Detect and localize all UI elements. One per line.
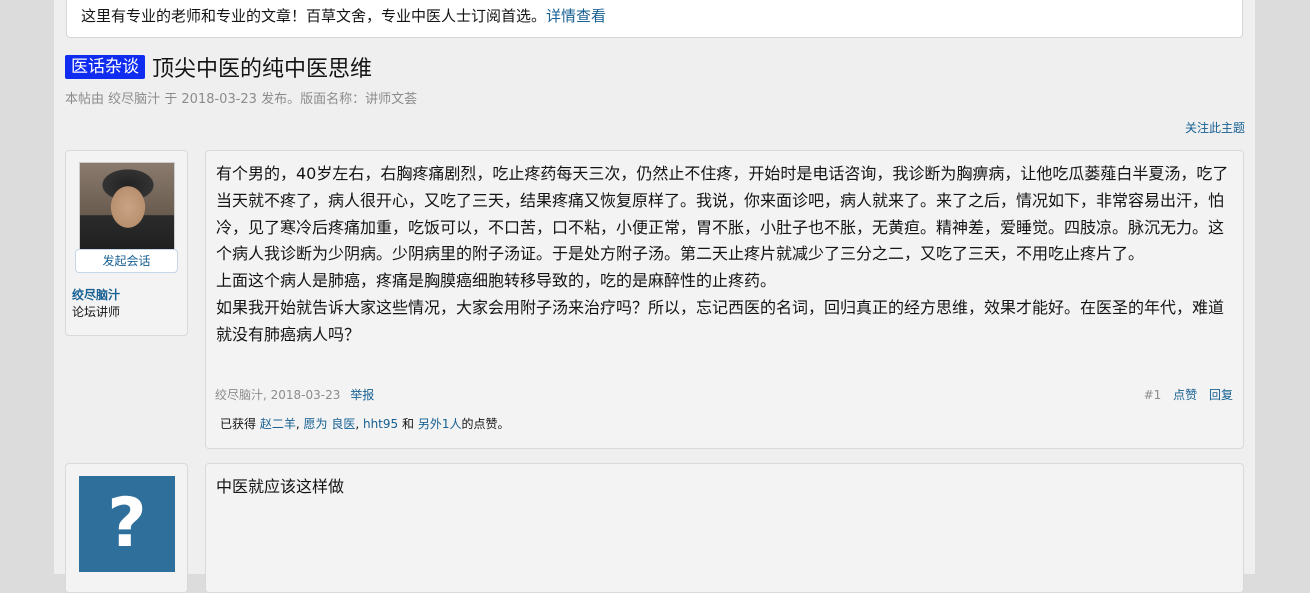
username-link[interactable]: 绞尽脑汁 — [72, 286, 120, 303]
post-author-date[interactable]: 绞尽脑汁, 2018-03-23 — [215, 388, 340, 402]
likes-summary: 已获得 赵二羊, 愿为 良医, hht95 和 另外1人的点赞。 — [220, 417, 510, 431]
page: 这里有专业的老师和专业的文章！百草文舍，专业中医人士订阅首选。详情查看 医话杂谈… — [54, 0, 1255, 593]
likes-prefix: 已获得 — [220, 417, 257, 431]
like-link[interactable]: 点赞 — [1173, 388, 1197, 402]
post-paragraph: 中医就应该这样做 — [216, 477, 345, 496]
report-link[interactable]: 举报 — [350, 388, 374, 402]
post-number-link[interactable]: #1 — [1144, 388, 1162, 402]
likes-suffix: 的点赞。 — [461, 417, 510, 431]
page-title: 顶尖中医的纯中医思维 — [152, 57, 373, 82]
post-paragraph: 有个男的，40岁左右，右胸疼痛剧烈，吃止疼药每天三次，仍然止不住疼，开始时是电话… — [216, 164, 1229, 264]
avatar[interactable] — [79, 162, 175, 258]
avatar-photo — [80, 163, 174, 257]
post-body: 中医就应该这样做 — [206, 464, 1243, 501]
liker-link[interactable]: 赵二羊 — [260, 417, 296, 431]
notice-banner: 这里有专业的老师和专业的文章！百草文舍，专业中医人士订阅首选。详情查看 — [66, 0, 1243, 38]
thread-prefix-badge[interactable]: 医话杂谈 — [65, 55, 145, 79]
likes-others-link[interactable]: 另外1人 — [418, 417, 462, 431]
start-conversation-button[interactable]: 发起会话 — [75, 249, 178, 273]
post-meta: 绞尽脑汁, 2018-03-23 举报 — [215, 386, 374, 403]
likes-and: 和 — [401, 417, 414, 431]
notice-text: 这里有专业的老师和专业的文章！百草文舍，专业中医人士订阅首选。详情查看 — [81, 5, 606, 26]
reply-link[interactable]: 回复 — [1209, 388, 1233, 402]
post-user-info: 发起会话 绞尽脑汁 论坛讲师 — [65, 150, 188, 336]
post-body: 有个男的，40岁左右，右胸疼痛剧烈，吃止疼药每天三次，仍然止不住疼，开始时是电话… — [206, 151, 1243, 349]
liker-link[interactable]: hht95 — [363, 417, 398, 431]
notice-message: 这里有专业的老师和专业的文章！百草文舍，专业中医人士订阅首选。 — [81, 7, 547, 25]
user-title: 论坛讲师 — [72, 305, 121, 319]
thread-title: 医话杂谈 顶尖中医的纯中医思维 — [65, 53, 373, 82]
notice-detail-link[interactable]: 详情查看 — [546, 7, 606, 25]
post-paragraph: 如果我开始就告诉大家这些情况，大家会用附子汤来治疗吗？所以，忘记西医的名词，回归… — [216, 297, 1225, 344]
follow-thread-link[interactable]: 关注此主题 — [1185, 119, 1245, 136]
post-paragraph: 上面这个病人是肺癌，疼痛是胸膜癌细胞转移导致的，吃的是麻醉性的止疼药。 — [216, 271, 777, 291]
default-avatar-icon[interactable]: ? — [79, 476, 175, 572]
liker-link[interactable]: 愿为 良医 — [304, 417, 356, 431]
thread-byline: 本帖由 绞尽脑汁 于 2018-03-23 发布。版面名称：讲师文荟 — [65, 92, 418, 107]
post-message: 有个男的，40岁左右，右胸疼痛剧烈，吃止疼药每天三次，仍然止不住疼，开始时是电话… — [205, 150, 1244, 449]
post-actions: #1 点赞 回复 — [1144, 386, 1233, 403]
